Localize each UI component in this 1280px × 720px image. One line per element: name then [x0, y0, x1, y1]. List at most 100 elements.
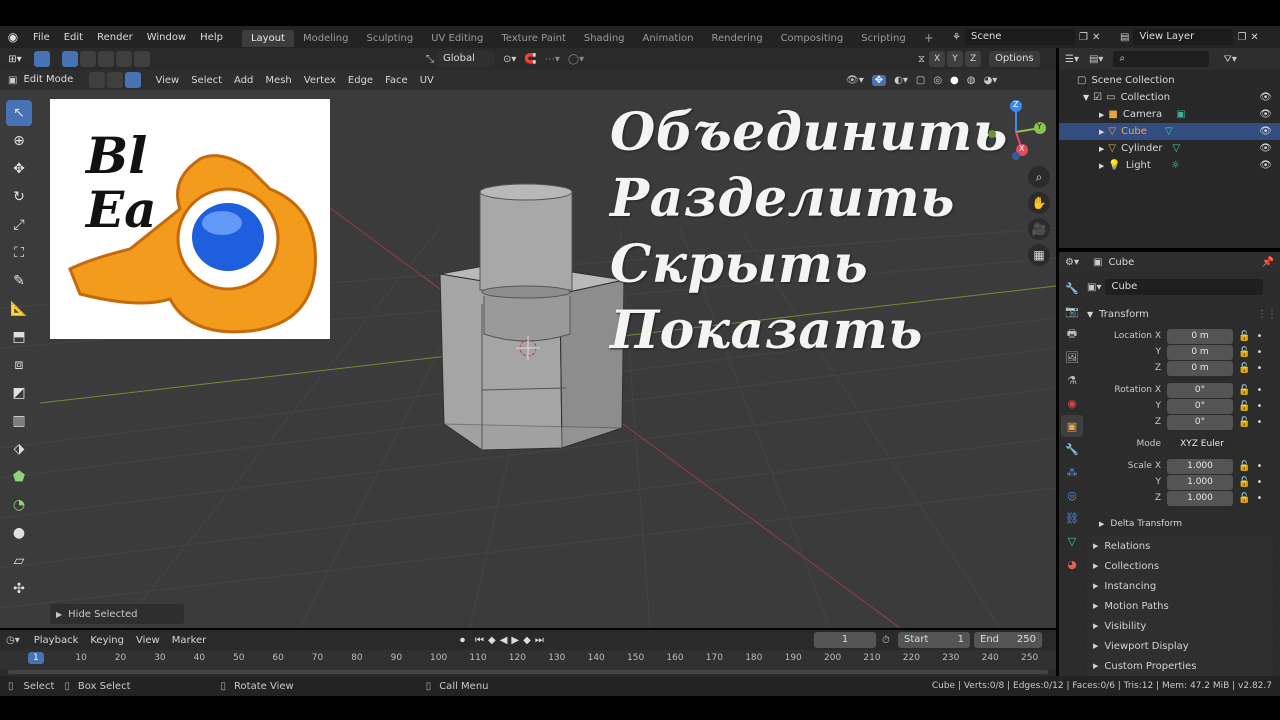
tab-compositing[interactable]: Compositing — [772, 30, 853, 47]
keyframe-dot-icon[interactable]: • — [1256, 331, 1262, 342]
edge-select-icon[interactable] — [107, 72, 124, 88]
rotation-y-field[interactable]: 0° — [1167, 398, 1233, 414]
scene-field[interactable]: Scene — [964, 29, 1075, 45]
outliner-item-cube[interactable]: ▶ ▽ Cube ▽ 👁 — [1059, 123, 1280, 140]
panel-relations[interactable]: ▶ Relations — [1087, 536, 1273, 556]
rip-icon[interactable]: ✣ — [6, 576, 32, 602]
expand-icon[interactable]: ▶ — [1099, 145, 1104, 153]
render-tab-icon[interactable]: 📷 — [1061, 300, 1083, 322]
bevel-icon[interactable]: ◩ — [6, 380, 32, 406]
scale-icon[interactable]: ⤢ — [6, 212, 32, 238]
scale-z-field[interactable]: 1.000 — [1167, 490, 1233, 506]
material-tab-icon[interactable]: ◕ — [1061, 553, 1083, 575]
pan-hand-icon[interactable]: ✋ — [1028, 192, 1050, 214]
panel-viewport-display[interactable]: ▶ Viewport Display — [1087, 636, 1273, 656]
display-mode-icon[interactable]: ▤▾ — [1089, 54, 1103, 65]
menu-playback[interactable]: Playback — [28, 635, 85, 646]
shading-solid-icon[interactable]: ● — [950, 75, 959, 86]
prev-keyframe-icon[interactable]: ◆ — [488, 635, 496, 646]
xray-icon[interactable]: ▢ — [916, 75, 925, 86]
lock-icon[interactable]: 🔓 — [1238, 331, 1250, 342]
menu-face[interactable]: Face — [379, 75, 414, 86]
shading-wire-icon[interactable]: ◎ — [933, 75, 942, 86]
output-tab-icon[interactable]: 🖶 — [1061, 323, 1083, 345]
measure-icon[interactable]: 📐 — [6, 296, 32, 322]
proportional-icon[interactable]: ◯▾ — [568, 54, 584, 65]
world-tab-icon[interactable]: ◉ — [1061, 392, 1083, 414]
select-mode-intersect-icon[interactable] — [134, 51, 150, 67]
delete-scene-icon[interactable]: ✕ — [1092, 32, 1100, 43]
shear-icon[interactable]: ▱ — [6, 548, 32, 574]
navigation-gizmo[interactable]: Z Y X — [984, 98, 1054, 160]
transform-panel-header[interactable]: ▼ Transform ⋮⋮ — [1087, 304, 1277, 324]
3d-viewport[interactable]: ⊞▾ ⤡ Global ⊙▾ 🧲 ⋯▾ ◯▾ ⧖ X Y Z Options ▣… — [0, 48, 1056, 628]
pivot-icon[interactable]: ⊙▾ — [503, 54, 516, 65]
poly-build-icon[interactable]: ⬟ — [6, 464, 32, 490]
outliner-editor-icon[interactable]: ☰▾ — [1065, 54, 1079, 65]
mirror-z-toggle[interactable]: Z — [965, 51, 982, 67]
clock-icon[interactable]: ⏱ — [882, 635, 890, 646]
scale-x-field[interactable]: 1.000 — [1167, 458, 1233, 474]
mirror-y-toggle[interactable]: Y — [947, 51, 964, 67]
tab-shading[interactable]: Shading — [575, 30, 634, 47]
timeline-editor-icon[interactable]: ◷▾ — [6, 635, 20, 646]
select-mode-new-icon[interactable] — [62, 51, 78, 67]
face-select-icon[interactable] — [125, 72, 142, 88]
tool-tab-icon[interactable]: 🔧 — [1061, 277, 1083, 299]
transform-icon[interactable]: ⛶ — [6, 240, 32, 266]
select-box-icon[interactable]: ↖ — [6, 100, 32, 126]
menu-help[interactable]: Help — [193, 32, 230, 43]
menu-file[interactable]: File — [26, 32, 57, 43]
keyframe-dot-icon[interactable]: • — [1256, 493, 1262, 504]
scene-tab-icon[interactable]: ⚗ — [1061, 369, 1083, 391]
menu-uv[interactable]: UV — [414, 75, 440, 86]
tab-animation[interactable]: Animation — [634, 30, 703, 47]
keyframe-dot-icon[interactable]: • — [1256, 461, 1262, 472]
lock-icon[interactable]: 🔓 — [1238, 461, 1250, 472]
panel-visibility[interactable]: ▶ Visibility — [1087, 616, 1273, 636]
record-icon[interactable]: ⏺ — [460, 635, 465, 646]
menu-mesh[interactable]: Mesh — [259, 75, 297, 86]
select-mode-invert-icon[interactable] — [116, 51, 132, 67]
scale-y-field[interactable]: 1.000 — [1167, 474, 1233, 490]
panel-motion-paths[interactable]: ▶ Motion Paths — [1087, 596, 1273, 616]
ortho-grid-icon[interactable]: ▦ — [1028, 244, 1050, 266]
inset-icon[interactable]: ⧈ — [6, 352, 32, 378]
mirror-x-toggle[interactable]: X — [929, 51, 946, 67]
properties-editor-icon[interactable]: ⚙▾ — [1065, 257, 1079, 268]
object-name-field[interactable]: Cube — [1105, 279, 1264, 295]
next-keyframe-icon[interactable]: ◆ — [523, 635, 531, 646]
options-dropdown[interactable]: Options — [989, 51, 1040, 67]
overlay-toggle-icon[interactable]: ◐▾ — [894, 75, 908, 86]
collection-row[interactable]: ▼ ☑ ▭ Collection 👁 — [1059, 89, 1280, 106]
delete-view-layer-icon[interactable]: ✕ — [1250, 32, 1258, 43]
loop-cut-icon[interactable]: ▥ — [6, 408, 32, 434]
frame-ruler[interactable]: 1 10 20 30 40 50 60 70 80 90 100 110 120 130 140 150 160… — [0, 650, 1056, 670]
rotation-x-field[interactable]: 0° — [1167, 382, 1233, 398]
lock-icon[interactable]: 🔓 — [1238, 347, 1250, 358]
play-icon[interactable]: ▶ — [511, 635, 519, 646]
add-workspace-button[interactable]: + — [915, 28, 943, 48]
outliner-search-input[interactable]: ⌕ — [1113, 51, 1210, 67]
menu-keying[interactable]: Keying — [84, 635, 130, 646]
location-x-field[interactable]: 0 m — [1167, 328, 1233, 344]
mode-dropdown[interactable]: Edit Mode — [17, 72, 89, 88]
menu-view[interactable]: View — [149, 75, 185, 86]
cursor-icon[interactable]: ⊕ — [6, 128, 32, 154]
orientation-dropdown[interactable]: Global — [437, 51, 495, 67]
tab-modeling[interactable]: Modeling — [294, 30, 358, 47]
jump-end-icon[interactable]: ⏭ — [535, 635, 544, 646]
visibility-eye-icon[interactable]: 👁 — [1259, 109, 1272, 120]
constraints-tab-icon[interactable]: ⛓ — [1061, 507, 1083, 529]
panel-collections[interactable]: ▶ Collections — [1087, 556, 1273, 576]
lock-icon[interactable]: 🔓 — [1238, 417, 1250, 428]
copy-view-layer-icon[interactable]: ❐ — [1237, 32, 1246, 43]
lock-icon[interactable]: 🔓 — [1238, 385, 1250, 396]
knife-icon[interactable]: ⬗ — [6, 436, 32, 462]
expand-icon[interactable]: ▼ — [1083, 93, 1089, 102]
location-z-field[interactable]: 0 m — [1167, 360, 1233, 376]
data-tab-icon[interactable]: ▽ — [1061, 530, 1083, 552]
vertex-select-icon[interactable] — [89, 72, 106, 88]
drag-handle-icon[interactable]: ⋮⋮ — [1257, 309, 1277, 320]
keyframe-dot-icon[interactable]: • — [1256, 477, 1262, 488]
